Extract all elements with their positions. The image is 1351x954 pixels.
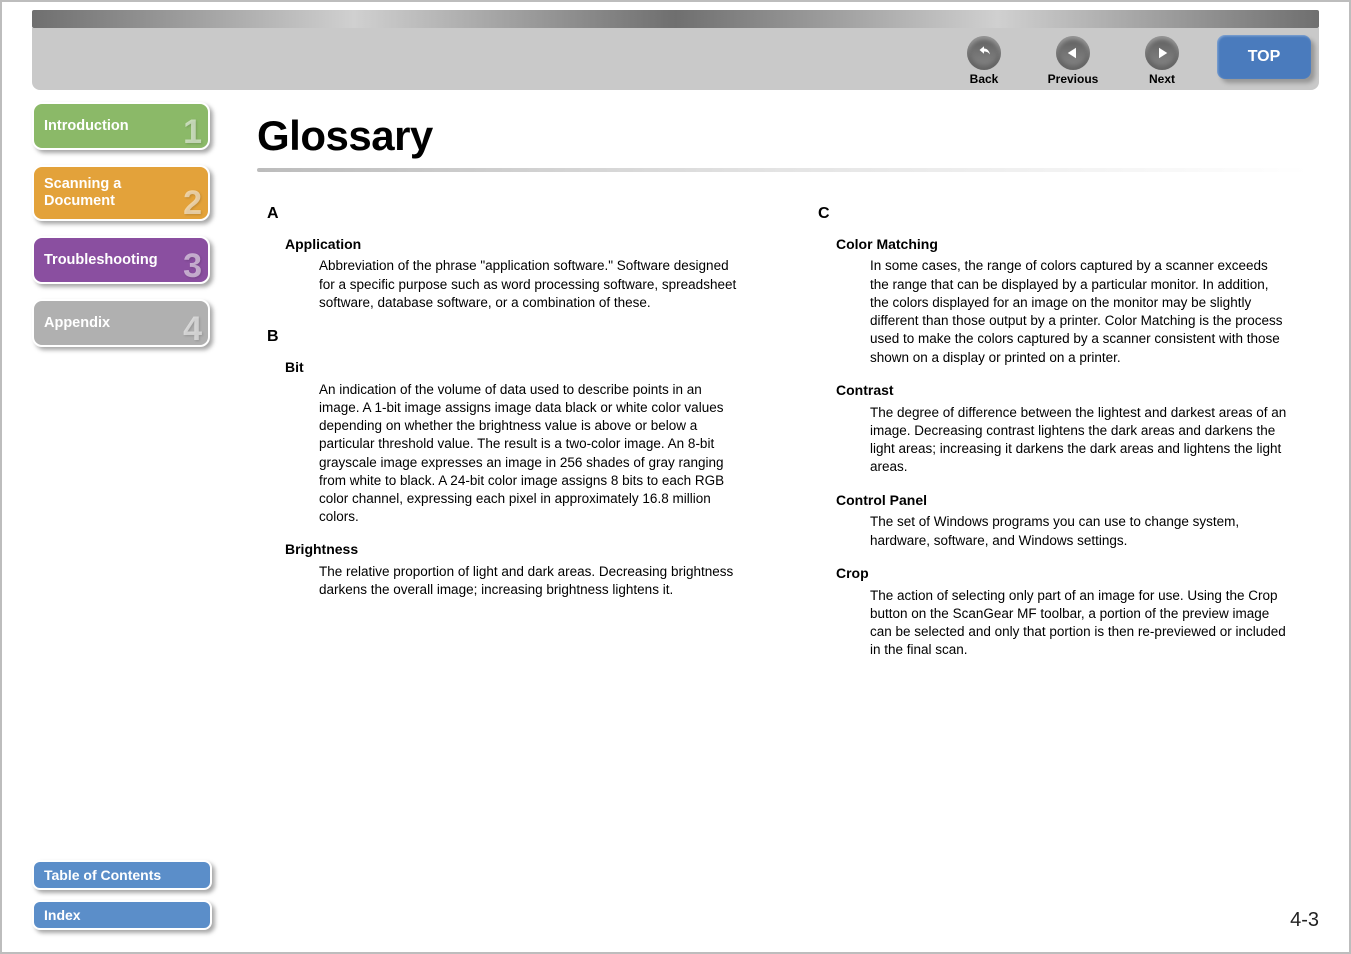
term-title: Bit xyxy=(285,358,758,377)
term-title: Application xyxy=(285,235,758,254)
sidebar-item-introduction[interactable]: Introduction 1 xyxy=(32,102,210,150)
index-label: Index xyxy=(44,907,81,923)
bottom-nav: Table of Contents Index xyxy=(32,860,212,930)
term-definition: Abbreviation of the phrase "application … xyxy=(319,257,739,312)
glossary-col-right: C Color Matching In some cases, the rang… xyxy=(808,197,1309,674)
previous-icon xyxy=(1056,36,1090,70)
term-definition: An indication of the volume of data used… xyxy=(319,381,739,527)
term-title: Brightness xyxy=(285,540,758,559)
sidebar: Introduction 1 Scanning a Document 2 Tro… xyxy=(32,102,210,347)
next-icon xyxy=(1145,36,1179,70)
term-definition: The degree of difference between the lig… xyxy=(870,404,1290,477)
top-label: TOP xyxy=(1248,48,1281,66)
term-title: Contrast xyxy=(836,381,1309,400)
term-definition: In some cases, the range of colors captu… xyxy=(870,257,1290,366)
term-definition: The relative proportion of light and dar… xyxy=(319,563,739,599)
page-title: Glossary xyxy=(257,112,1309,160)
next-button[interactable]: Next xyxy=(1140,36,1184,86)
sidebar-item-number: 1 xyxy=(183,113,202,152)
header-decor-strip xyxy=(32,10,1319,28)
back-label: Back xyxy=(970,72,999,86)
back-button[interactable]: Back xyxy=(962,36,1006,86)
sidebar-item-number: 4 xyxy=(183,310,202,349)
term-title: Crop xyxy=(836,564,1309,583)
term-title: Color Matching xyxy=(836,235,1309,254)
next-label: Next xyxy=(1149,72,1175,86)
sidebar-item-number: 2 xyxy=(183,184,202,223)
main-content: Glossary A Application Abbreviation of t… xyxy=(257,112,1309,892)
toc-label: Table of Contents xyxy=(44,867,161,883)
index-button[interactable]: Index xyxy=(32,900,212,930)
sidebar-item-label: Scanning a Document xyxy=(44,176,144,209)
back-icon xyxy=(967,36,1001,70)
top-button[interactable]: TOP xyxy=(1217,35,1311,79)
sidebar-item-appendix[interactable]: Appendix 4 xyxy=(32,299,210,347)
term-definition: The action of selecting only part of an … xyxy=(870,587,1290,660)
section-letter: B xyxy=(267,326,758,348)
table-of-contents-button[interactable]: Table of Contents xyxy=(32,860,212,890)
sidebar-item-troubleshooting[interactable]: Troubleshooting 3 xyxy=(32,236,210,284)
glossary-col-left: A Application Abbreviation of the phrase… xyxy=(257,197,758,674)
previous-button[interactable]: Previous xyxy=(1051,36,1095,86)
sidebar-item-label: Appendix xyxy=(44,315,110,332)
section-letter: C xyxy=(818,203,1309,225)
sidebar-item-number: 3 xyxy=(183,247,202,286)
title-rule xyxy=(257,168,1309,172)
page-frame: Back Previous Next TOP Introduction 1 Sc… xyxy=(0,0,1351,954)
header-nav-group: Back Previous Next xyxy=(962,36,1184,86)
page-number: 4-3 xyxy=(1290,909,1319,932)
sidebar-item-scanning[interactable]: Scanning a Document 2 xyxy=(32,165,210,221)
term-definition: The set of Windows programs you can use … xyxy=(870,513,1290,549)
sidebar-item-label: Introduction xyxy=(44,118,129,135)
glossary-columns: A Application Abbreviation of the phrase… xyxy=(257,197,1309,674)
previous-label: Previous xyxy=(1048,72,1099,86)
term-title: Control Panel xyxy=(836,491,1309,510)
section-letter: A xyxy=(267,203,758,225)
sidebar-item-label: Troubleshooting xyxy=(44,252,158,269)
